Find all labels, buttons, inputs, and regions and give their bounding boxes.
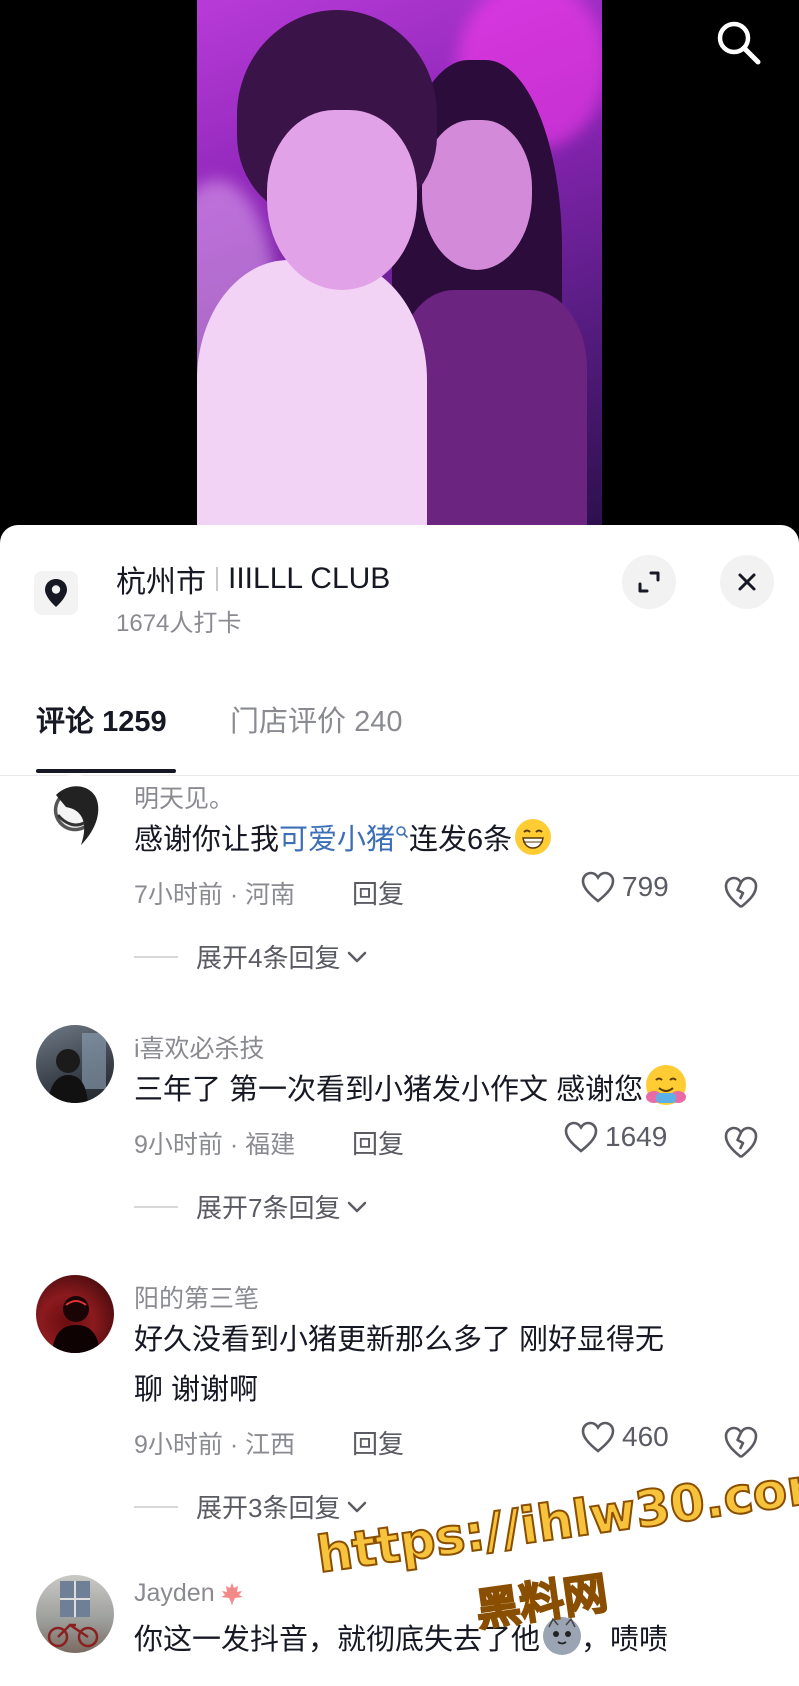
grinning-face-icon	[515, 819, 552, 855]
broken-heart-icon[interactable]	[722, 1123, 760, 1161]
reply-button[interactable]: 回复	[352, 1424, 404, 1461]
search-button[interactable]	[712, 16, 764, 68]
comment-text-part: ，啧啧	[581, 1624, 669, 1656]
cat-face-icon	[543, 1617, 582, 1655]
mention-text: 可爱小猪	[279, 824, 396, 856]
location-city: 杭州市	[116, 566, 206, 599]
divider	[134, 955, 178, 958]
broken-heart-icon[interactable]	[722, 1423, 760, 1461]
location-header[interactable]: 杭州市 IIILLL CLUB 1674人打卡	[0, 525, 799, 637]
chevron-down-icon	[348, 951, 367, 962]
chevron-down-icon	[348, 1501, 367, 1512]
chevron-down-icon	[348, 1201, 367, 1212]
expand-replies-label: 展开4条回复	[196, 943, 341, 973]
person-left-body	[197, 260, 427, 540]
comment-username[interactable]: Jayden	[134, 1579, 245, 1608]
comment-username[interactable]: 明天见。	[134, 779, 234, 815]
divider	[134, 1205, 178, 1208]
comment-username[interactable]: 阳的第三笔	[134, 1279, 259, 1315]
expand-replies-label: 展开7条回复	[196, 1193, 341, 1223]
like-button[interactable]: 460	[580, 1420, 669, 1454]
reply-button[interactable]: 回复	[352, 1124, 404, 1161]
person-left-face	[267, 110, 417, 290]
like-button[interactable]: 799	[580, 870, 669, 904]
reply-button[interactable]: 回复	[352, 874, 404, 911]
comment-text: 好久没看到小猪更新那么多了 刚好显得无 聊 谢谢啊	[134, 1315, 664, 1415]
person-right-face	[422, 120, 532, 270]
expand-replies-button[interactable]: 展开3条回复	[134, 1488, 368, 1525]
mention-link[interactable]: 可爱小猪	[279, 824, 409, 856]
expand-icon	[638, 571, 660, 593]
like-count: 799	[622, 871, 669, 902]
expand-replies-label: 展开3条回复	[196, 1493, 341, 1523]
tab-comments-count: 1259	[102, 706, 167, 738]
search-mini-icon	[396, 826, 409, 839]
hugging-face-icon	[646, 1065, 687, 1105]
maple-leaf-icon	[220, 1582, 243, 1606]
broken-heart-icon[interactable]	[722, 873, 760, 911]
avatar[interactable]	[36, 1025, 114, 1103]
avatar[interactable]	[36, 1575, 114, 1653]
like-count: 460	[622, 1421, 669, 1452]
like-count: 1649	[605, 1121, 668, 1152]
tab-comments[interactable]: 评论 1259	[36, 698, 167, 740]
comment-time-region: 7小时前 · 河南	[134, 881, 296, 909]
location-venue: IIILLL CLUB	[228, 562, 391, 595]
comment-text-part: 你这一发抖音，就彻底失去了他	[134, 1624, 541, 1656]
tab-bar: 评论 1259 门店评价 240	[0, 645, 799, 776]
divider	[134, 1505, 178, 1508]
heart-icon	[564, 1121, 598, 1153]
comment-username-text: Jayden	[134, 1579, 215, 1607]
comment-time-region: 9小时前 · 江西	[134, 1431, 296, 1459]
avatar[interactable]	[36, 775, 114, 853]
close-icon	[738, 573, 756, 591]
comment-text-part: 感谢你让我	[134, 824, 280, 856]
expand-replies-button[interactable]: 展开4条回复	[134, 938, 368, 975]
tab-store-reviews-label: 门店评价	[230, 706, 347, 738]
tab-store-reviews[interactable]: 门店评价 240	[230, 698, 402, 740]
tab-comments-label: 评论	[36, 706, 95, 738]
comment-text: 三年了 第一次看到小猪发小作文 感谢您	[134, 1065, 687, 1115]
comment-text-line: 聊 谢谢啊	[134, 1374, 259, 1406]
like-button[interactable]: 1649	[563, 1120, 667, 1154]
comment-time-region: 9小时前 · 福建	[134, 1131, 296, 1159]
title-separator	[216, 567, 218, 591]
location-pin-icon	[34, 571, 78, 615]
comment-text-part: 三年了 第一次看到小猪发小作文 感谢您	[134, 1074, 644, 1106]
expand-replies-button[interactable]: 展开7条回复	[134, 1188, 368, 1225]
location-title[interactable]: 杭州市 IIILLL CLUB	[116, 557, 390, 601]
comments-panel: 杭州市 IIILLL CLUB 1674人打卡 评论 1259 门店评价 240	[0, 525, 799, 1686]
heart-icon	[581, 1421, 615, 1453]
avatar[interactable]	[36, 1275, 114, 1353]
checkin-count: 1674人打卡	[116, 610, 242, 637]
heart-icon	[581, 871, 615, 903]
tab-store-reviews-count: 240	[354, 706, 403, 738]
expand-button[interactable]	[622, 555, 676, 609]
video-frame	[197, 0, 602, 540]
active-tab-indicator	[36, 769, 176, 773]
video-player[interactable]	[0, 0, 799, 560]
close-button[interactable]	[720, 555, 774, 609]
comment-text-line: 好久没看到小猪更新那么多了 刚好显得无	[134, 1324, 665, 1356]
divider	[0, 775, 799, 776]
comment-username[interactable]: i喜欢必杀技	[134, 1029, 265, 1065]
comment-text: 感谢你让我可爱小猪 连发6条	[134, 815, 552, 865]
search-icon	[717, 21, 761, 65]
comment-text-part: 连发6条	[409, 824, 513, 856]
comment-text: 你这一发抖音，就彻底失去了他 ，啧啧	[134, 1615, 668, 1665]
